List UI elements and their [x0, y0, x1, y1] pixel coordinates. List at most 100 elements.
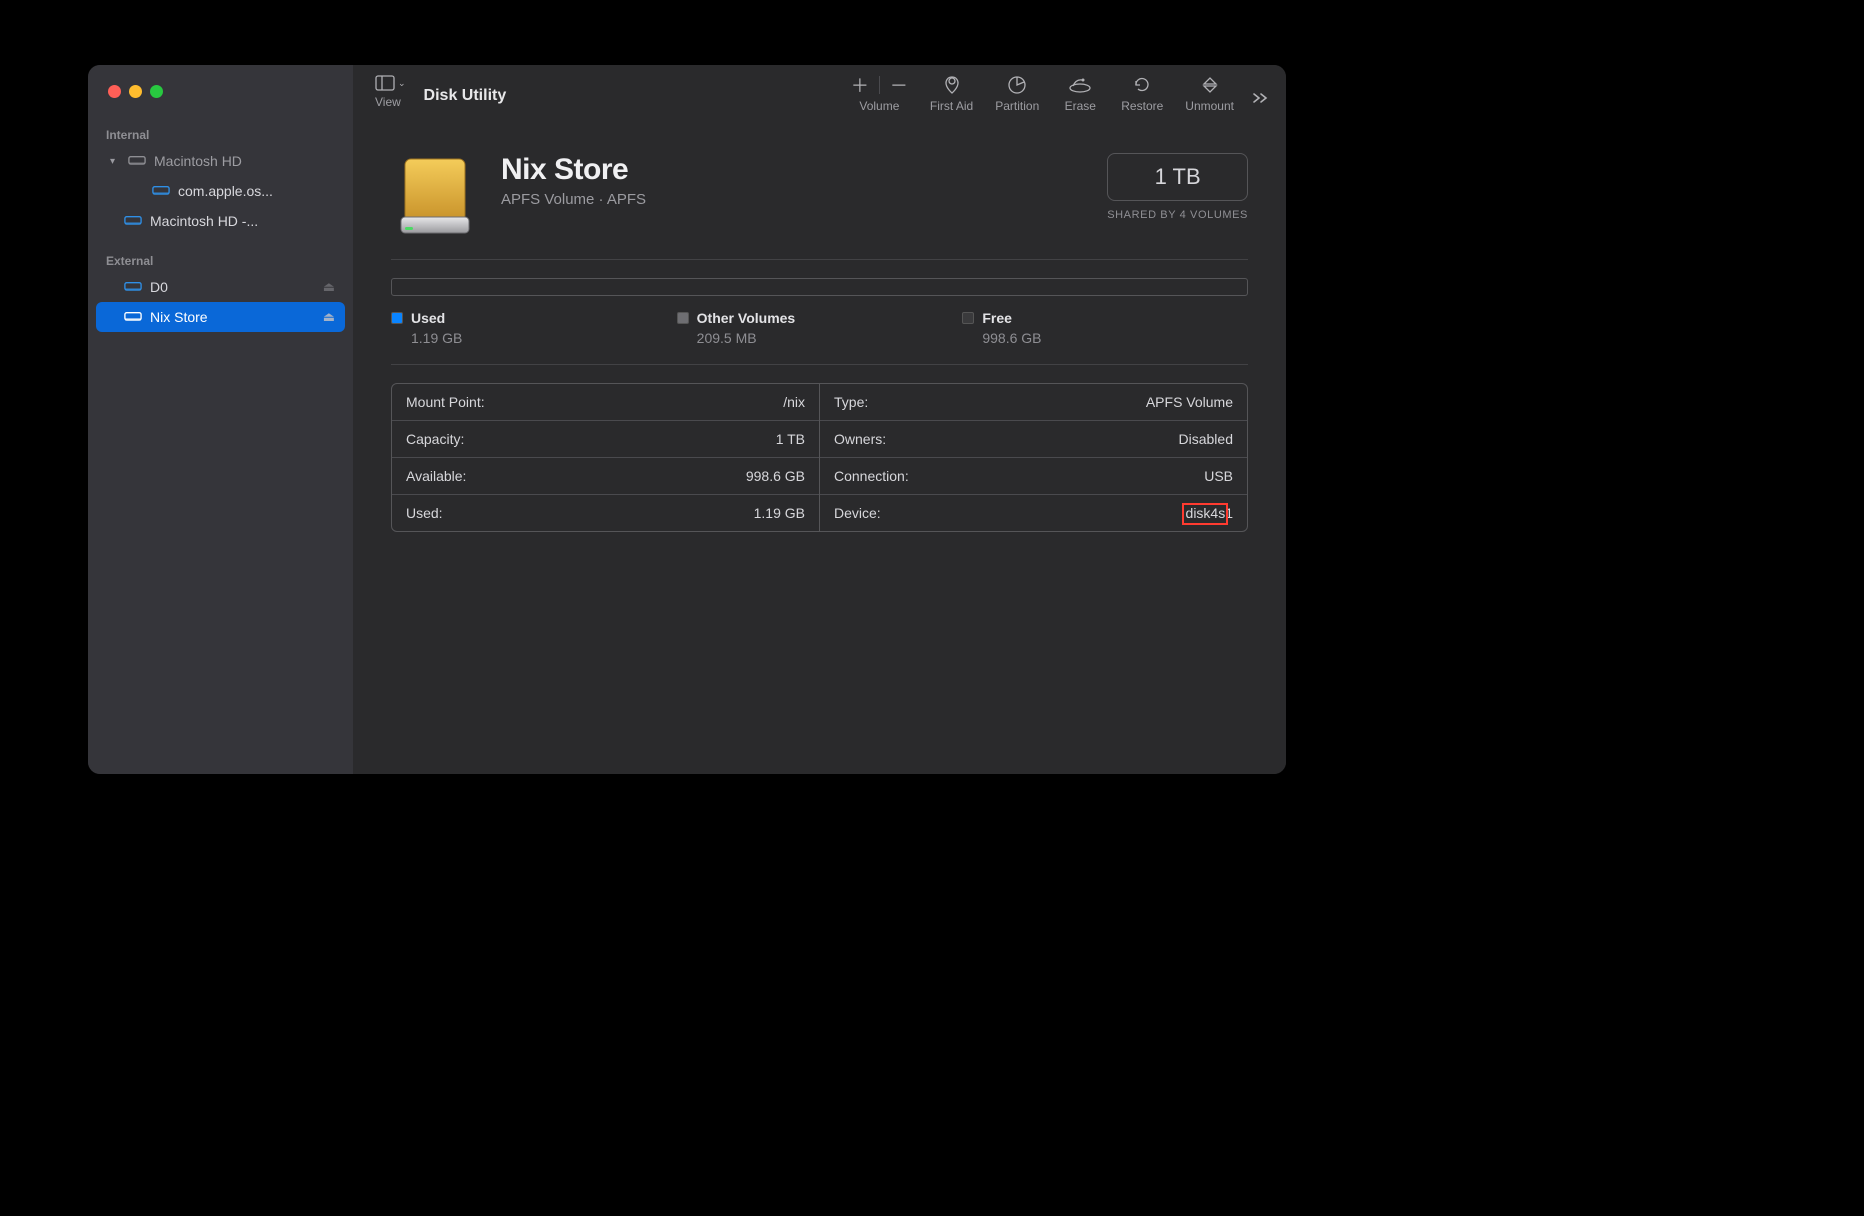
- info-value: 1.19 GB: [754, 505, 805, 521]
- unmount-icon: [1200, 75, 1220, 95]
- usage-legend: Used 1.19 GB Other Volumes 209.5 MB Free…: [391, 310, 1248, 346]
- info-row: Owners: Disabled: [820, 420, 1247, 457]
- volume-icon: [391, 153, 479, 241]
- disk-utility-window: Internal ▾ Macintosh HD com.apple.os... …: [88, 65, 1286, 774]
- info-value: 998.6 GB: [746, 468, 805, 484]
- volume-remove-button[interactable]: －: [890, 72, 908, 98]
- device-identifier: disk4s1: [1186, 505, 1233, 521]
- divider: [391, 259, 1248, 260]
- eject-icon[interactable]: ⏏: [323, 309, 335, 325]
- toolbar-partition-button[interactable]: Partition: [995, 75, 1039, 113]
- volume-header: Nix Store APFS Volume · APFS 1 TB SHARED…: [391, 153, 1248, 241]
- chevron-down-icon: ⌄: [398, 78, 406, 89]
- content: Nix Store APFS Volume · APFS 1 TB SHARED…: [353, 125, 1286, 532]
- sidebar-section-external: External: [88, 248, 353, 272]
- info-key: Owners:: [834, 431, 886, 447]
- info-value: /nix: [783, 394, 805, 410]
- separator: [879, 76, 880, 94]
- volume-name: Nix Store: [501, 153, 646, 187]
- legend-value: 209.5 MB: [677, 330, 963, 346]
- toolbar-label: Erase: [1065, 99, 1096, 113]
- volume-add-button[interactable]: ＋: [851, 72, 869, 98]
- sidebar-item-label: Nix Store: [150, 309, 315, 325]
- disk-icon: [152, 184, 170, 198]
- view-button[interactable]: ⌄: [375, 75, 406, 91]
- disk-icon: [124, 280, 142, 294]
- info-value: APFS Volume: [1146, 394, 1233, 410]
- first-aid-icon: [941, 75, 963, 95]
- info-key: Connection:: [834, 468, 909, 484]
- sidebar-item-label: Macintosh HD: [154, 153, 335, 169]
- toolbar-overflow-button[interactable]: [1252, 91, 1270, 105]
- toolbar-label: Restore: [1121, 99, 1163, 113]
- shared-volumes-label: SHARED BY 4 VOLUMES: [1107, 209, 1248, 221]
- info-key: Mount Point:: [406, 394, 485, 410]
- restore-icon: [1132, 75, 1152, 95]
- toolbar: ⌄ View Disk Utility ＋ － Volume: [353, 65, 1286, 125]
- volume-subtitle: APFS Volume · APFS: [501, 191, 646, 208]
- sidebar-item-label: D0: [150, 279, 315, 295]
- divider: [391, 364, 1248, 365]
- chevron-down-icon[interactable]: ▾: [110, 156, 120, 167]
- sidebar-item-com-apple-os[interactable]: com.apple.os...: [96, 176, 345, 206]
- toolbar-label: Partition: [995, 99, 1039, 113]
- minimize-window-button[interactable]: [129, 85, 142, 98]
- info-key: Used:: [406, 505, 443, 521]
- sidebar-item-label: com.apple.os...: [178, 183, 335, 199]
- legend-other: Other Volumes 209.5 MB: [677, 310, 963, 346]
- sidebar-toggle-icon: [375, 75, 395, 91]
- swatch-other: [677, 312, 689, 324]
- info-table: Mount Point: /nix Capacity: 1 TB Available…: [391, 383, 1248, 532]
- erase-icon: [1068, 75, 1092, 95]
- toolbar-restore-button[interactable]: Restore: [1121, 75, 1163, 113]
- info-key: Type:: [834, 394, 868, 410]
- toolbar-label: Volume: [859, 99, 899, 113]
- legend-value: 998.6 GB: [962, 330, 1248, 346]
- toolbar-unmount-button[interactable]: Unmount: [1185, 75, 1234, 113]
- eject-icon[interactable]: ⏏: [323, 279, 335, 295]
- sidebar-item-nix-store[interactable]: Nix Store ⏏: [96, 302, 345, 332]
- info-row: Connection: USB: [820, 457, 1247, 494]
- toolbar-label: First Aid: [930, 99, 973, 113]
- info-row: Used: 1.19 GB: [392, 494, 819, 531]
- info-col-right: Type: APFS Volume Owners: Disabled Connect…: [820, 384, 1247, 531]
- info-value: 1 TB: [776, 431, 805, 447]
- legend-value: 1.19 GB: [391, 330, 677, 346]
- disk-icon: [124, 310, 142, 324]
- info-row: Available: 998.6 GB: [392, 457, 819, 494]
- close-window-button[interactable]: [108, 85, 121, 98]
- info-value-device: disk4s1: [1186, 505, 1233, 521]
- disk-icon: [124, 214, 142, 228]
- partition-icon: [1007, 75, 1027, 95]
- legend-label: Free: [982, 310, 1012, 326]
- view-label: View: [375, 95, 401, 109]
- zoom-window-button[interactable]: [150, 85, 163, 98]
- sidebar-section-internal: Internal: [88, 122, 353, 146]
- info-col-left: Mount Point: /nix Capacity: 1 TB Available…: [392, 384, 820, 531]
- legend-label: Used: [411, 310, 445, 326]
- sidebar-item-macintosh-hd[interactable]: ▾ Macintosh HD: [96, 146, 345, 176]
- disk-icon: [128, 154, 146, 168]
- window-controls: [88, 85, 353, 122]
- sidebar: Internal ▾ Macintosh HD com.apple.os... …: [88, 65, 353, 774]
- info-key: Device:: [834, 505, 881, 521]
- toolbar-first-aid-button[interactable]: First Aid: [930, 75, 973, 113]
- info-key: Capacity:: [406, 431, 464, 447]
- info-key: Available:: [406, 468, 466, 484]
- info-row: Capacity: 1 TB: [392, 420, 819, 457]
- legend-label: Other Volumes: [697, 310, 796, 326]
- info-row: Mount Point: /nix: [392, 384, 819, 420]
- capacity-box: 1 TB: [1107, 153, 1248, 201]
- usage-bar: [391, 278, 1248, 296]
- toolbar-erase-button[interactable]: Erase: [1061, 75, 1099, 113]
- swatch-free: [962, 312, 974, 324]
- info-value: USB: [1204, 468, 1233, 484]
- info-row: Device: disk4s1: [820, 494, 1247, 531]
- sidebar-item-d0[interactable]: D0 ⏏: [96, 272, 345, 302]
- info-value: Disabled: [1179, 431, 1233, 447]
- sidebar-item-macintosh-hd-data[interactable]: Macintosh HD -...: [96, 206, 345, 236]
- app-title: Disk Utility: [424, 87, 507, 105]
- sidebar-item-label: Macintosh HD -...: [150, 213, 335, 229]
- toolbar-volume: ＋ － Volume: [851, 75, 908, 113]
- toolbar-label: Unmount: [1185, 99, 1234, 113]
